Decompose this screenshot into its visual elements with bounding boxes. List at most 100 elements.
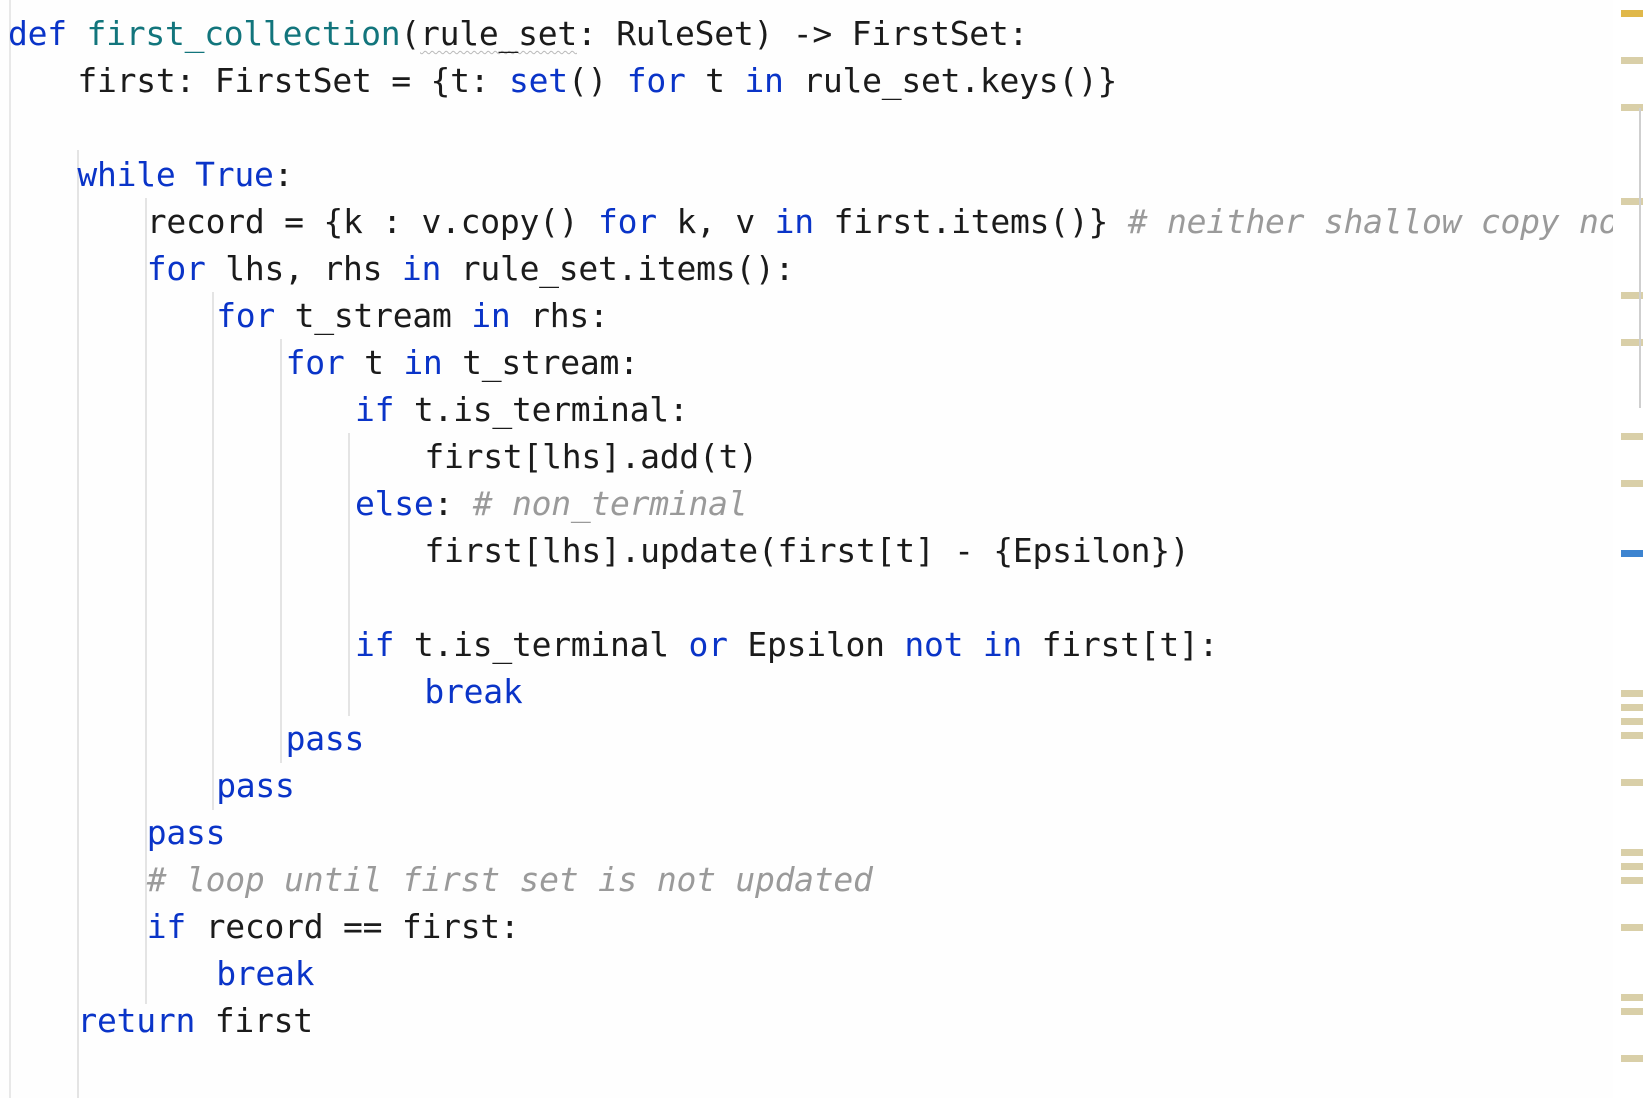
code-function-name: first_collection <box>86 14 401 53</box>
code-keyword: return <box>77 1001 196 1040</box>
minimap-scrollbar[interactable] <box>1613 0 1647 1098</box>
code-text: record == first: <box>186 907 520 946</box>
code-text: first.items()} <box>813 202 1128 241</box>
code-line: else: # non_terminal <box>355 480 748 527</box>
code-keyword: True <box>195 155 274 194</box>
code-line: pass <box>285 715 365 762</box>
code-comment: # neither shallow copy nor deepco <box>1127 202 1613 241</box>
indent-guide <box>280 339 282 763</box>
minimap-marker[interactable] <box>1621 690 1643 697</box>
code-line: pass <box>146 809 226 856</box>
code-keyword: in <box>774 202 815 241</box>
code-keyword: for <box>216 296 276 335</box>
code-text: first[lhs].add(t) <box>424 437 758 476</box>
code-line: first: FirstSet = {t: set() for t in rul… <box>77 57 1117 104</box>
code-keyword: else <box>355 484 434 523</box>
minimap-marker[interactable] <box>1621 550 1643 557</box>
code-keyword: in <box>401 249 442 288</box>
minimap-marker[interactable] <box>1621 732 1643 739</box>
code-keyword: pass <box>216 766 295 805</box>
minimap-marker[interactable] <box>1621 1008 1643 1015</box>
minimap-marker[interactable] <box>1621 863 1643 870</box>
code-line: return first <box>77 997 313 1044</box>
scrollbar-thumb[interactable] <box>1639 108 1641 408</box>
code-line: if record == first: <box>147 903 520 950</box>
code-text: : <box>433 484 473 523</box>
code-text: t_stream <box>275 296 472 335</box>
code-keyword: while <box>77 155 176 194</box>
code-keyword: set <box>508 61 568 100</box>
code-line: for t in t_stream: <box>286 339 639 386</box>
code-text: () <box>567 61 627 100</box>
code-text: first: FirstSet = {t: <box>77 61 509 100</box>
code-text: k, v <box>656 202 775 241</box>
minimap-marker[interactable] <box>1621 779 1643 786</box>
code-text: : RuleSet) -> FirstSet: <box>576 14 1029 53</box>
code-text: rule_set <box>420 14 577 53</box>
indent-guide <box>77 150 79 1098</box>
code-keyword: if <box>146 907 187 946</box>
code-text: : <box>273 155 294 194</box>
code-text: rule_set.items(): <box>441 249 795 288</box>
code-line: for lhs, rhs in rule_set.items(): <box>146 245 795 292</box>
code-text: first <box>195 1001 313 1040</box>
code-keyword: pass <box>146 813 226 852</box>
code-keyword: in <box>744 61 784 100</box>
code-editor[interactable]: def first_collection(rule_set: RuleSet) … <box>0 0 1647 1098</box>
code-comment: # non_terminal <box>472 484 748 523</box>
code-text: t_stream: <box>442 343 639 382</box>
code-keyword: in <box>471 296 511 335</box>
code-text: rhs: <box>510 296 609 335</box>
code-line: if t.is_terminal or Epsilon not in first… <box>355 621 1219 668</box>
code-keyword: pass <box>285 719 365 758</box>
minimap-marker[interactable] <box>1621 704 1643 711</box>
indent-guide <box>212 292 214 810</box>
code-text: t <box>685 61 745 100</box>
code-line: record = {k : v.copy() for k, v in first… <box>147 198 1613 245</box>
code-keyword: for <box>626 61 686 100</box>
code-keyword: break <box>216 954 315 993</box>
minimap-marker[interactable] <box>1621 480 1643 487</box>
code-keyword: if <box>355 625 395 664</box>
code-text-area[interactable]: def first_collection(rule_set: RuleSet) … <box>0 0 1613 1098</box>
code-line: while True: <box>77 151 293 198</box>
minimap-marker[interactable] <box>1621 1055 1643 1062</box>
code-keyword: for <box>285 343 345 382</box>
code-keyword: in <box>982 625 1023 664</box>
code-text: first[t]: <box>1022 625 1219 664</box>
code-text: record = {k : v.copy() <box>146 202 599 241</box>
minimap-marker[interactable] <box>1621 849 1643 856</box>
minimap-marker[interactable] <box>1621 924 1643 931</box>
code-line: first[lhs].add(t) <box>424 433 758 480</box>
indent-guide <box>348 433 350 716</box>
code-line: pass <box>216 762 295 809</box>
code-keyword: def <box>8 14 67 53</box>
code-line: # loop until first set is not updated <box>147 856 873 903</box>
code-line: def first_collection(rule_set: RuleSet) … <box>8 10 1028 57</box>
code-text: first[lhs].update(first[t] - {Epsilon}) <box>424 531 1190 570</box>
minimap-marker[interactable] <box>1621 10 1643 17</box>
minimap-marker[interactable] <box>1621 57 1643 64</box>
minimap-marker[interactable] <box>1621 718 1643 725</box>
code-keyword: for <box>598 202 657 241</box>
code-line: first[lhs].update(first[t] - {Epsilon}) <box>424 527 1189 574</box>
code-keyword: for <box>146 249 206 288</box>
code-text: ( <box>400 14 420 53</box>
code-line: for t_stream in rhs: <box>216 292 609 339</box>
code-text: t <box>344 343 404 382</box>
minimap-marker[interactable] <box>1621 994 1643 1001</box>
code-line: break <box>216 950 314 997</box>
code-keyword: or <box>688 625 729 664</box>
minimap-marker[interactable] <box>1621 877 1643 884</box>
code-text: t.is_terminal: <box>394 390 689 429</box>
code-keyword: break <box>424 672 523 711</box>
code-keyword: not <box>904 625 964 664</box>
code-line: break <box>424 668 522 715</box>
code-line: if t.is_terminal: <box>355 386 689 433</box>
minimap-marker[interactable] <box>1621 433 1643 440</box>
code-keyword: if <box>355 390 395 429</box>
code-text: lhs, rhs <box>205 249 402 288</box>
